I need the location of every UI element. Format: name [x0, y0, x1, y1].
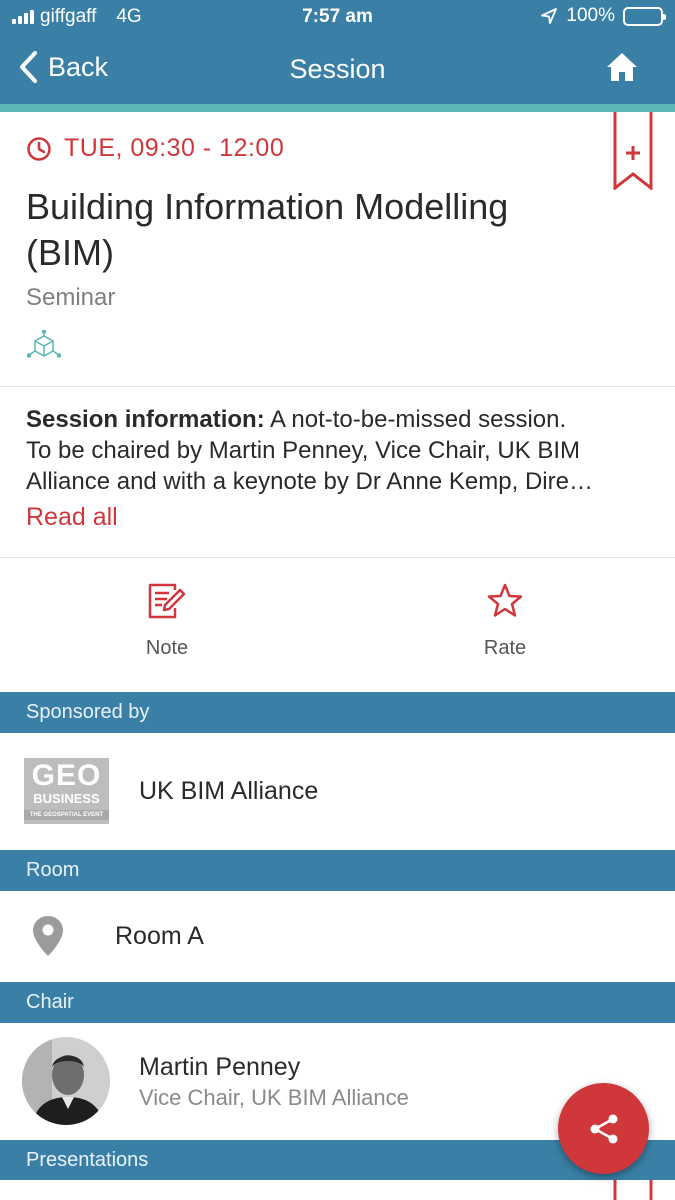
logo-text-business: BUSINESS	[33, 791, 100, 806]
battery-percent: 100%	[566, 5, 615, 26]
logo-text-tagline: THE GEOSPATIAL EVENT	[24, 810, 109, 820]
sponsored-header: Sponsored by	[0, 692, 675, 733]
battery-icon	[623, 6, 666, 26]
info-line1: A not-to-be-missed session.	[264, 406, 567, 433]
map-pin-icon	[33, 916, 63, 956]
note-icon	[148, 583, 186, 619]
bookmark-add-icon[interactable]	[613, 112, 653, 190]
home-icon	[607, 53, 637, 81]
session-time: TUE, 09:30 - 12:00	[26, 134, 284, 163]
status-right: 100%	[540, 5, 666, 27]
home-button[interactable]	[605, 51, 639, 88]
accent-line	[0, 104, 675, 112]
sponsor-logo: GEO BUSINESS THE GEOSPATIAL EVENT	[24, 758, 109, 824]
status-bar: giffgaff 4G 7:57 am 100%	[0, 0, 675, 34]
presentations-list-edge	[0, 1180, 675, 1200]
info-heading: Session information:	[26, 406, 265, 433]
chair-name[interactable]: Martin Penney	[139, 1053, 300, 1082]
logo-text-geo: GEO	[31, 759, 102, 792]
location-arrow-icon	[541, 8, 558, 24]
cube-icon	[26, 330, 62, 358]
chair-role: Vice Chair, UK BIM Alliance	[139, 1085, 409, 1110]
clock-icon	[27, 136, 51, 161]
session-time-text: TUE, 09:30 - 12:00	[64, 134, 285, 162]
page-title: Session	[289, 54, 386, 84]
room-name[interactable]: Room A	[115, 922, 204, 951]
rate-button[interactable]: Rate	[425, 582, 585, 660]
note-label: Note	[145, 637, 189, 659]
read-all-link[interactable]: Read all	[26, 503, 118, 532]
bookmark-add-icon[interactable]	[613, 1180, 653, 1200]
share-button[interactable]	[558, 1083, 649, 1174]
sponsor-name[interactable]: UK BIM Alliance	[139, 777, 318, 806]
session-title: Building Information Modelling (BIM)	[26, 184, 586, 276]
session-information: Session information: A not-to-be-missed …	[26, 404, 651, 497]
session-title-line1: Building Information Modelling	[26, 186, 509, 227]
navigation-bar: Back Session	[0, 34, 675, 104]
rate-label: Rate	[483, 637, 527, 659]
note-button[interactable]: Note	[87, 582, 247, 660]
room-header: Room	[0, 850, 675, 891]
star-icon	[487, 583, 523, 617]
share-icon	[590, 1114, 617, 1143]
session-title-line2: (BIM)	[26, 232, 114, 273]
chair-header: Chair	[0, 982, 675, 1023]
session-type: Seminar	[26, 284, 116, 311]
divider	[0, 386, 675, 387]
info-line3: Alliance and with a keynote by Dr Anne K…	[26, 468, 593, 495]
info-line2: To be chaired by Martin Penney, Vice Cha…	[26, 437, 581, 464]
divider	[0, 557, 675, 558]
avatar[interactable]	[22, 1037, 110, 1125]
